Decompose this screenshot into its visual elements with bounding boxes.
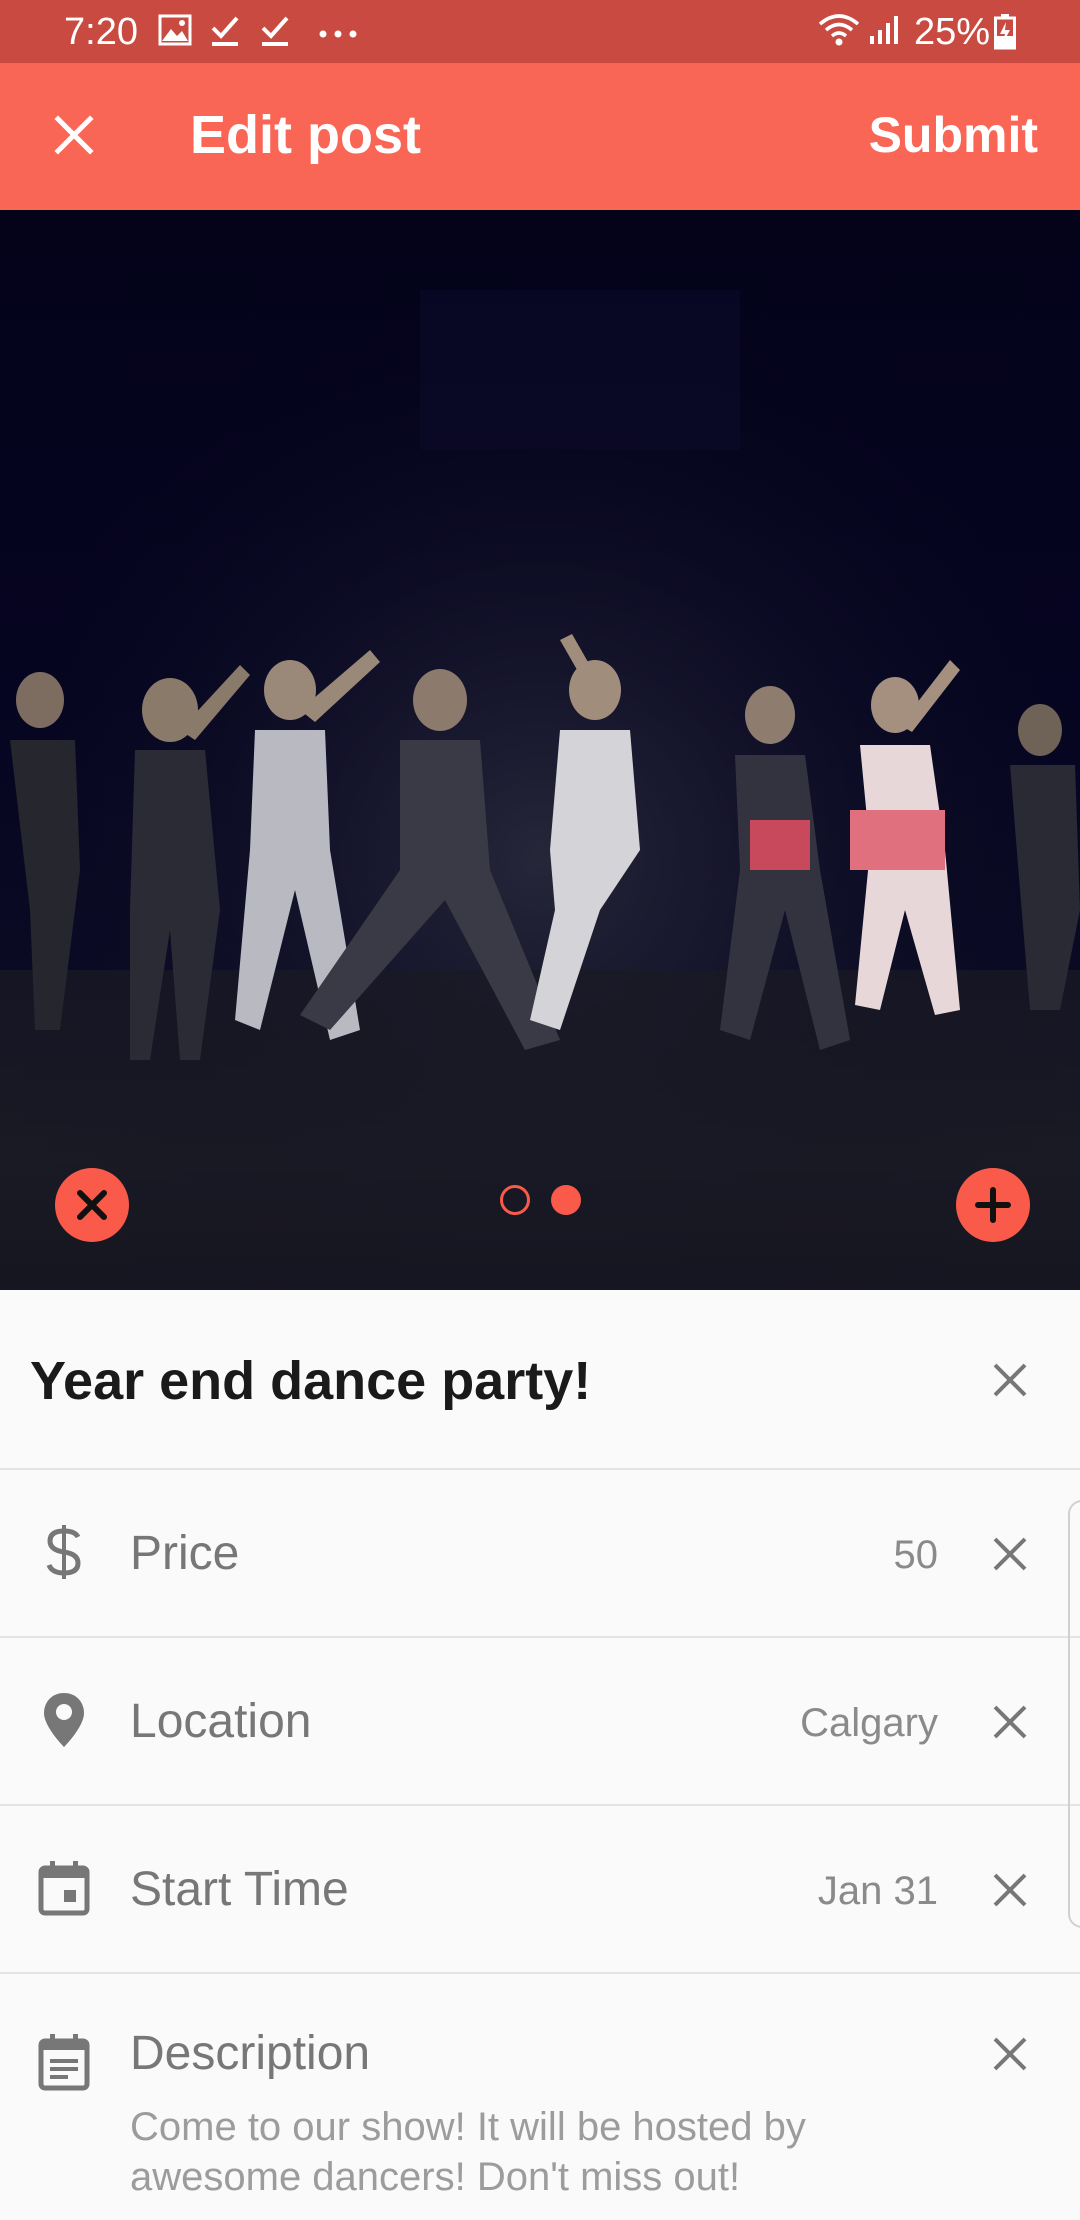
clear-icon xyxy=(993,2037,1027,2071)
close-button[interactable] xyxy=(38,99,110,171)
price-label: Price xyxy=(130,1527,240,1580)
post-form: Year end dance party! Price 50 Location … xyxy=(0,1290,1080,2220)
clear-title-button[interactable] xyxy=(980,1350,1040,1410)
post-title-input[interactable]: Year end dance party! xyxy=(30,1348,591,1414)
remove-image-icon xyxy=(77,1190,107,1220)
location-label: Location xyxy=(130,1695,312,1748)
battery-charging-icon xyxy=(994,14,1016,55)
start-time-value[interactable]: Jan 31 xyxy=(818,1866,938,1916)
status-bar: 7:20 25% xyxy=(0,0,1080,63)
submit-button[interactable]: Submit xyxy=(869,103,1038,167)
clear-price-button[interactable] xyxy=(980,1524,1040,1584)
add-image-icon xyxy=(975,1187,1011,1223)
wifi-icon xyxy=(818,12,860,51)
price-value[interactable]: 50 xyxy=(894,1530,939,1580)
clear-icon xyxy=(993,1873,1027,1907)
calendar-icon xyxy=(34,1856,94,1920)
clear-location-button[interactable] xyxy=(980,1692,1040,1752)
clear-icon xyxy=(993,1537,1027,1571)
title-row[interactable]: Year end dance party! xyxy=(0,1290,1080,1470)
start-time-label: Start Time xyxy=(130,1863,349,1916)
check-icon xyxy=(208,14,242,53)
side-panel-handle[interactable] xyxy=(1068,1500,1080,1928)
price-row[interactable]: Price 50 xyxy=(0,1470,1080,1638)
clear-description-button[interactable] xyxy=(980,2024,1040,2084)
more-dots-icon xyxy=(318,26,358,44)
app-bar: Edit post Submit xyxy=(0,63,1080,210)
clear-icon xyxy=(993,1705,1027,1739)
location-pin-icon xyxy=(34,1688,94,1752)
description-text[interactable]: Come to our show! It will be hosted by a… xyxy=(130,2102,950,2202)
notes-icon xyxy=(34,2030,94,2094)
clear-icon xyxy=(993,1363,1027,1397)
signal-icon xyxy=(868,14,902,51)
dollar-icon xyxy=(34,1520,94,1584)
page-indicator-1[interactable] xyxy=(500,1185,530,1215)
post-image xyxy=(0,210,1080,1290)
image-icon xyxy=(158,14,192,51)
description-row[interactable]: Description Come to our show! It will be… xyxy=(0,1974,1080,2220)
image-gallery[interactable] xyxy=(0,210,1080,1290)
battery-percent: 25% xyxy=(914,11,991,53)
page-title: Edit post xyxy=(190,105,421,165)
description-label: Description xyxy=(130,2027,371,2080)
page-indicator-2[interactable] xyxy=(551,1185,581,1215)
location-row[interactable]: Location Calgary xyxy=(0,1638,1080,1806)
status-time: 7:20 xyxy=(64,11,138,53)
start-time-row[interactable]: Start Time Jan 31 xyxy=(0,1806,1080,1974)
remove-image-button[interactable] xyxy=(55,1168,129,1242)
close-icon xyxy=(54,115,94,155)
location-value[interactable]: Calgary xyxy=(800,1698,938,1748)
check-icon xyxy=(258,14,292,53)
add-image-button[interactable] xyxy=(956,1168,1030,1242)
clear-start-time-button[interactable] xyxy=(980,1860,1040,1920)
